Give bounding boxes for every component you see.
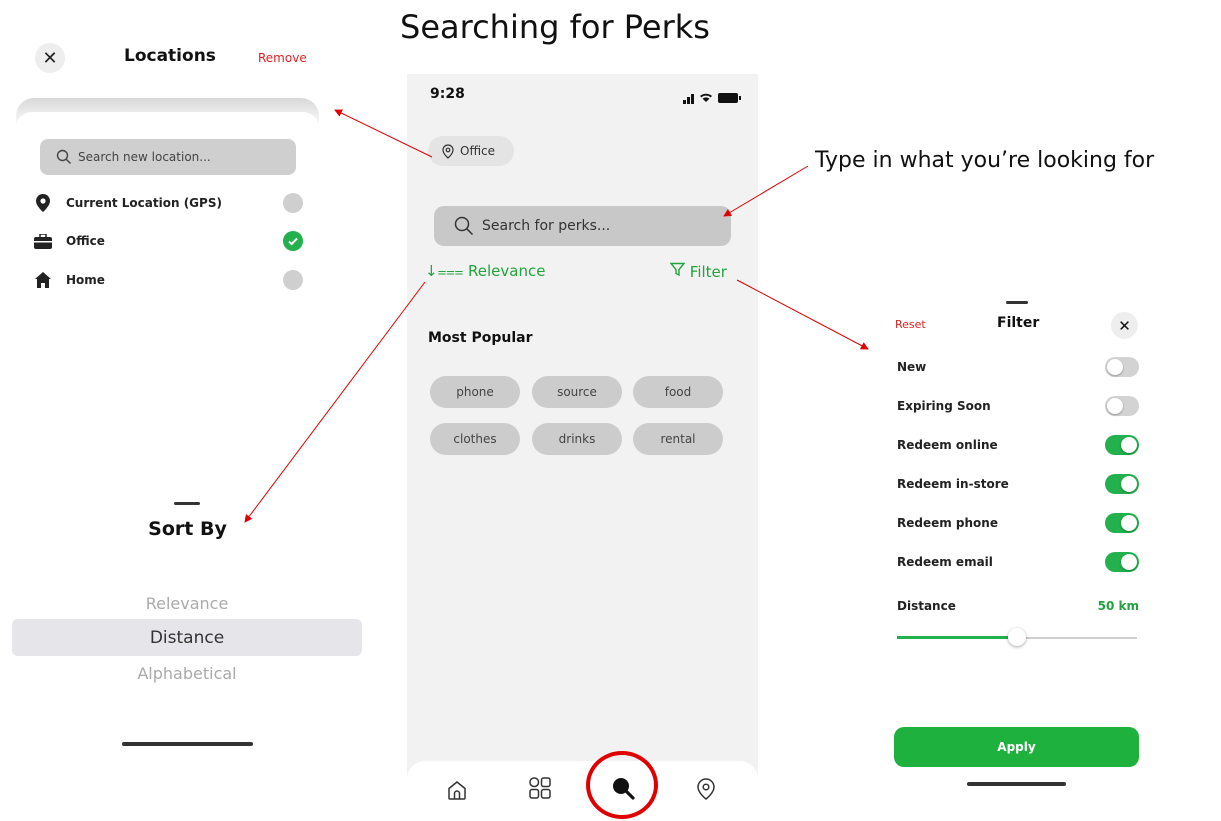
arrow-to-sort-by: [244, 281, 426, 523]
arrow-to-locations: [334, 109, 433, 158]
arrow-to-search: [723, 165, 809, 217]
annotation-arrows: [244, 109, 869, 523]
arrow-to-filter: [736, 279, 869, 350]
